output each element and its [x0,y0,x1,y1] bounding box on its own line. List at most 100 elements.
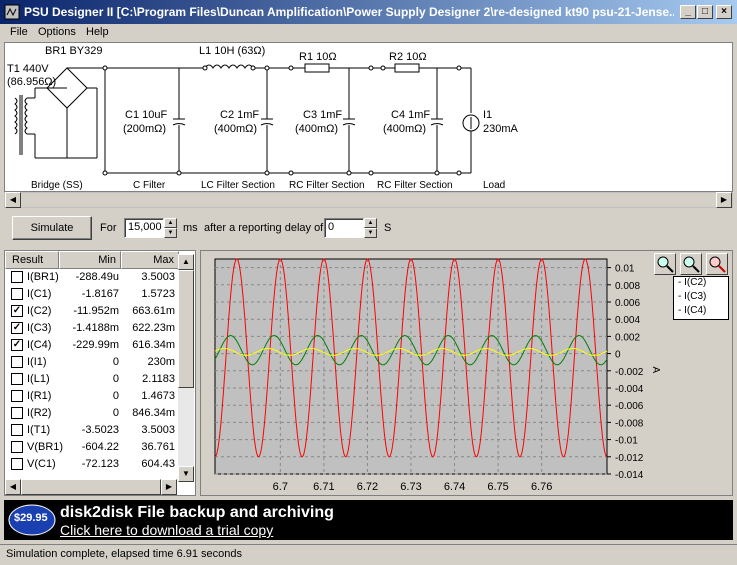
result-checkbox[interactable] [11,458,23,470]
delay-field[interactable]: 0 [324,218,364,238]
table-row[interactable]: I(R1) 0 1.4673 [5,388,179,405]
result-min: 0 [112,373,119,385]
table-rows: I(BR1) -288.49u 3.5003 I(C1) -1.8167 1.5723 ✓ I… [5,269,179,473]
result-checkbox[interactable] [11,390,23,402]
result-checkbox[interactable] [11,424,23,436]
scroll-thumb[interactable] [178,270,194,388]
result-checkbox[interactable]: ✓ [11,322,23,334]
schematic-hscrollbar[interactable]: ◀ ▶ [4,192,733,208]
column-max[interactable]: Max [121,251,179,269]
zoom-in-icon[interactable] [654,253,676,275]
result-checkbox[interactable]: ✓ [11,305,23,317]
table-row[interactable]: ✓ I(C2) -11.952m 663.61m [5,303,179,320]
table-row[interactable]: I(L1) 0 2.1183 [5,371,179,388]
table-row[interactable]: I(BR1) -288.49u 3.5003 [5,269,179,286]
result-max: 846.34m [132,407,175,419]
result-max: 604.43 [141,458,175,470]
zoom-reset-icon[interactable] [706,253,728,275]
result-min: 0 [112,356,119,368]
table-row[interactable]: V(BR1) -604.22 36.761 [5,439,179,456]
c3-esr-label: (400mΩ) [295,123,339,135]
schematic-panel[interactable]: BR1 BY329 T1 440V (86.956Ω) L1 10H (63Ω)… [4,42,733,192]
table-row[interactable]: ✓ I(C3) -1.4188m 622.23m [5,320,179,337]
scroll-up-icon[interactable]: ▲ [178,254,194,270]
result-max: 3.5003 [141,271,175,283]
menu-help[interactable]: Help [86,26,109,38]
result-checkbox[interactable] [11,271,23,283]
minimize-button[interactable]: _ [680,5,696,19]
result-name: I(C1) [27,288,52,300]
result-min: 0 [112,390,119,402]
table-row[interactable]: V(C1) -72.123 604.43 [5,456,179,473]
result-min: -72.123 [81,458,119,470]
transformer-label: T1 440V [7,63,49,75]
waveform-chart[interactable]: 6.7 6.71 6.72 6.73 6.74 6.75 6.76 0.01 0.008 0.00… [201,251,732,495]
menu-options[interactable]: Options [38,26,76,38]
ad-link[interactable]: Click here to download a trial copy [60,522,273,538]
table-vscrollbar[interactable]: ▲ ▼ [178,254,194,482]
table-row[interactable]: I(T1) -3.5023 3.5003 [5,422,179,439]
simulate-button[interactable]: Simulate [12,216,92,240]
result-checkbox[interactable] [11,373,23,385]
x-tick-label: 6.74 [444,481,465,493]
duration-spinner[interactable]: ▲ ▼ [164,218,177,238]
duration-field[interactable]: 15,000 [124,218,164,238]
delay-label: after a reporting delay of [204,222,324,234]
result-name: V(BR1) [27,441,64,453]
menu-bar: File Options Help [0,24,737,42]
menu-file[interactable]: File [10,26,28,38]
app-icon [4,4,20,20]
maximize-button[interactable]: □ [697,5,713,19]
table-row[interactable]: I(I1) 0 230m [5,354,179,371]
column-result[interactable]: Result [5,251,59,269]
scroll-down-icon[interactable]: ▼ [178,466,194,482]
scroll-left-icon[interactable]: ◀ [5,479,21,495]
y-tick-label: 0.01 [615,264,635,275]
column-min[interactable]: Min [59,251,121,269]
y-tick-label: 0 [615,350,621,361]
y-tick-label: 0.006 [615,298,640,309]
legend-item: - I(C2) [678,277,707,288]
y-tick-label: -0.006 [615,401,644,412]
y-axis-label: A [650,367,661,374]
x-tick-label: 6.72 [357,481,378,493]
x-tick-label: 6.75 [487,481,508,493]
scroll-left-icon[interactable]: ◀ [5,192,21,208]
title-bar: PSU Designer II [C:\Program Files\Duncan… [0,0,737,24]
result-min: -1.4188m [72,322,119,334]
close-button[interactable]: × [716,5,732,19]
legend-item: - I(C4) [678,305,707,316]
section-label: RC Filter Section [289,180,365,191]
r1-label: R1 10Ω [299,51,337,63]
y-tick-label: -0.008 [615,418,644,429]
table-hscrollbar[interactable]: ◀ ▶ [5,479,177,495]
section-label: RC Filter Section [377,180,453,191]
result-max: 36.761 [141,441,175,453]
result-max: 3.5003 [141,424,175,436]
table-row[interactable]: I(R2) 0 846.34m [5,405,179,422]
table-row[interactable]: I(C1) -1.8167 1.5723 [5,286,179,303]
ad-banner[interactable]: $29.95 disk2disk File backup and archivi… [4,500,733,540]
result-name: I(C3) [27,322,52,334]
scroll-right-icon[interactable]: ▶ [716,192,732,208]
result-checkbox[interactable]: ✓ [11,339,23,351]
result-min: -11.952m [73,305,119,317]
y-tick-label: 0.004 [615,315,640,326]
result-max: 2.1183 [142,373,175,385]
result-checkbox[interactable] [11,356,23,368]
delay-spinner[interactable]: ▲ ▼ [364,218,377,238]
results-table: Result Min Max I(BR1) -288.49u 3.5003 I(C1)… [4,250,196,496]
c2-esr-label: (400mΩ) [214,123,258,135]
c1-esr-label: (200mΩ) [123,123,167,135]
result-checkbox[interactable] [11,441,23,453]
result-checkbox[interactable] [11,288,23,300]
result-checkbox[interactable] [11,407,23,419]
r2-label: R2 10Ω [389,51,427,63]
ad-headline: disk2disk File backup and archiving [60,504,334,521]
scroll-thumb[interactable] [21,479,161,495]
zoom-out-icon[interactable] [680,253,702,275]
table-row[interactable]: ✓ I(C4) -229.99m 616.34m [5,337,179,354]
result-name: I(L1) [27,373,50,385]
scroll-right-icon[interactable]: ▶ [161,479,177,495]
result-name: I(C4) [27,339,52,351]
